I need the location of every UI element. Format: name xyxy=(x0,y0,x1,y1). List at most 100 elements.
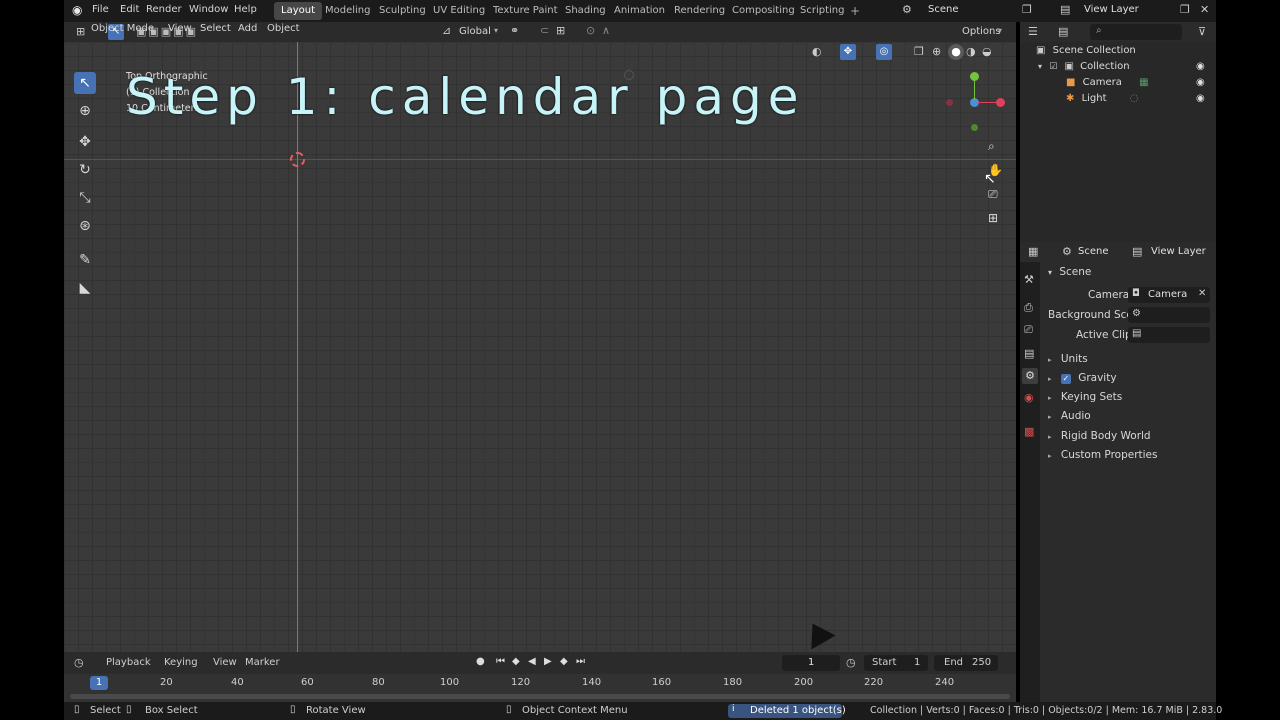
jump-start-icon[interactable]: ⏮ xyxy=(496,657,505,667)
view-layer-name[interactable]: View Layer xyxy=(1084,4,1139,15)
tab-sculpting[interactable]: Sculpting xyxy=(372,2,433,20)
menu-file[interactable]: File xyxy=(92,4,109,15)
tab-uv-editing[interactable]: UV Editing xyxy=(426,2,492,20)
rigid-body-world-panel[interactable]: ▸ Rigid Body World xyxy=(1048,428,1151,444)
jump-keyframe-back-icon[interactable]: ◆ xyxy=(512,657,520,667)
solid-shading-icon[interactable]: ● xyxy=(948,44,964,60)
falloff-icon[interactable]: ∧ xyxy=(602,25,610,36)
camera-data-icon[interactable]: ▦ xyxy=(1139,78,1148,88)
display-mode-icon[interactable]: ▤ xyxy=(1058,26,1068,37)
menu-edit[interactable]: Edit xyxy=(120,4,139,15)
eye-icon[interactable]: ◉ xyxy=(1196,94,1205,104)
scene-tab-icon[interactable]: ⚙ xyxy=(1022,368,1038,384)
visibility-icon[interactable]: ◐ xyxy=(812,46,822,57)
zoom-icon[interactable]: ⌕ xyxy=(988,140,995,152)
render-tab-icon[interactable]: ⎙ xyxy=(1024,302,1033,313)
record-icon[interactable]: ● xyxy=(476,657,485,667)
select-box-tool[interactable]: ↖ xyxy=(74,72,96,94)
clear-field-icon[interactable]: ✕ xyxy=(1198,289,1206,299)
tree-camera[interactable]: ■ Camera ▦ ◉ xyxy=(1054,75,1214,91)
rotate-tool[interactable]: ↻ xyxy=(74,159,96,181)
units-panel[interactable]: ▸ Units xyxy=(1048,351,1088,367)
tab-view-layer[interactable]: View Layer xyxy=(1151,246,1206,257)
gizmo-icon[interactable]: ✥ xyxy=(840,44,856,60)
scene-name[interactable]: Scene xyxy=(928,4,959,15)
gravity-checkbox[interactable]: ✓ xyxy=(1060,374,1071,384)
outliner-search-input[interactable]: ⌕ xyxy=(1090,24,1182,40)
transform-tool[interactable]: ⊛ xyxy=(74,215,96,237)
menu-marker[interactable]: Marker xyxy=(245,657,280,668)
snap-target-icon[interactable]: ⊞ xyxy=(556,25,565,36)
current-frame-marker[interactable]: 1 xyxy=(90,676,108,690)
view-layer-tab-icon[interactable]: ▤ xyxy=(1024,348,1034,359)
menu-window[interactable]: Window xyxy=(189,4,228,15)
jump-keyframe-forward-icon[interactable]: ◆ xyxy=(560,657,568,667)
view-layer-icon[interactable]: ▤ xyxy=(1060,4,1070,15)
tree-collection[interactable]: ▾ ☑ ▣ Collection ◉ xyxy=(1038,59,1214,75)
checkbox-icon[interactable]: ☑ xyxy=(1049,63,1057,72)
stopwatch-icon[interactable]: ◷ xyxy=(846,657,856,668)
scale-tool[interactable]: ⤡ xyxy=(74,187,96,209)
annotate-tool[interactable]: ✎ xyxy=(74,249,96,271)
tab-scripting[interactable]: Scripting xyxy=(793,2,851,20)
new-view-layer-icon[interactable]: ❐ xyxy=(1180,4,1190,15)
menu-keying[interactable]: Keying xyxy=(164,657,198,668)
remove-view-layer-icon[interactable]: ✕ xyxy=(1200,4,1209,15)
cursor-tool[interactable]: ⊕ xyxy=(74,100,96,122)
options-dropdown[interactable]: Options xyxy=(962,25,1001,39)
tab-modeling[interactable]: Modeling xyxy=(318,2,378,20)
filter-icon[interactable]: ⊽ xyxy=(1198,26,1206,37)
tab-scene[interactable]: Scene xyxy=(1078,246,1109,257)
menu-help[interactable]: Help xyxy=(234,4,257,15)
snap-icon[interactable]: ⊂ xyxy=(540,25,549,36)
audio-panel[interactable]: ▸ Audio xyxy=(1048,408,1091,424)
properties-editor-icon[interactable]: ▦ xyxy=(1028,246,1038,257)
tool-tab-icon[interactable]: ⚒ xyxy=(1024,274,1034,285)
xray-icon[interactable]: ❐ xyxy=(914,46,924,57)
new-scene-icon[interactable]: ❐ xyxy=(1022,4,1032,15)
pivot-point-icon[interactable]: ⚭ xyxy=(510,25,519,36)
keying-sets-panel[interactable]: ▸ Keying Sets xyxy=(1048,389,1122,405)
neg-y-axis-handle[interactable] xyxy=(971,124,978,131)
light-data-icon[interactable]: ◌ xyxy=(1130,94,1139,104)
measure-tool[interactable]: ◣ xyxy=(74,277,96,299)
tree-light[interactable]: ✱ Light ◌ ◉ xyxy=(1054,91,1214,107)
eye-icon[interactable]: ◉ xyxy=(1196,78,1205,88)
camera-object-icon[interactable] xyxy=(800,616,836,650)
world-tab-icon[interactable]: ◉ xyxy=(1024,392,1034,403)
menu-timeline-view[interactable]: View xyxy=(213,657,237,668)
start-frame-field[interactable]: Start 1 xyxy=(864,655,928,671)
expand-arrow-icon[interactable]: ▾ xyxy=(1038,63,1042,71)
outliner-editor-icon[interactable]: ☰ xyxy=(1028,26,1038,37)
tab-rendering[interactable]: Rendering xyxy=(667,2,732,20)
add-workspace-icon[interactable]: + xyxy=(850,5,860,17)
rendered-shading-icon[interactable]: ◒ xyxy=(982,46,992,57)
proportional-edit-icon[interactable]: ⊙ xyxy=(586,25,595,36)
timeline-scrollbar[interactable] xyxy=(70,694,1010,699)
custom-properties-panel[interactable]: ▸ Custom Properties xyxy=(1048,447,1158,463)
play-reverse-icon[interactable]: ◀ xyxy=(528,657,536,667)
end-frame-field[interactable]: End 250 xyxy=(934,655,998,671)
camera-view-icon[interactable]: ⎚ xyxy=(988,188,998,200)
tab-shading[interactable]: Shading xyxy=(558,2,613,20)
x-axis-handle[interactable] xyxy=(996,98,1005,107)
output-tab-icon[interactable]: ⎚ xyxy=(1024,324,1033,335)
tab-layout[interactable]: Layout xyxy=(274,2,322,20)
texture-tab-icon[interactable]: ▩ xyxy=(1024,426,1034,437)
jump-end-icon[interactable]: ⏭ xyxy=(576,657,585,667)
tab-compositing[interactable]: Compositing xyxy=(725,2,802,20)
blender-logo-icon[interactable]: ◉ xyxy=(72,4,82,16)
tree-scene-collection[interactable]: ▣ Scene Collection xyxy=(1036,43,1136,59)
material-shading-icon[interactable]: ◑ xyxy=(966,46,976,57)
transform-orientation-dropdown[interactable]: Global xyxy=(459,25,491,39)
active-clip-field[interactable]: ▤ xyxy=(1128,327,1210,343)
menu-render[interactable]: Render xyxy=(146,4,182,15)
neg-x-axis-handle[interactable] xyxy=(946,99,953,106)
gravity-panel[interactable]: ▸ ✓ Gravity xyxy=(1048,370,1117,386)
3d-viewport[interactable]: Top Orthographic (1) Collection 10 Centi… xyxy=(64,42,1016,652)
ortho-grid-icon[interactable]: ⊞ xyxy=(988,212,998,224)
camera-field[interactable]: ◘ Camera ✕ xyxy=(1128,287,1210,303)
status-message[interactable]: i Deleted 1 object(s) xyxy=(728,704,846,718)
tab-animation[interactable]: Animation xyxy=(607,2,672,20)
eye-icon[interactable]: ◉ xyxy=(1196,62,1205,72)
